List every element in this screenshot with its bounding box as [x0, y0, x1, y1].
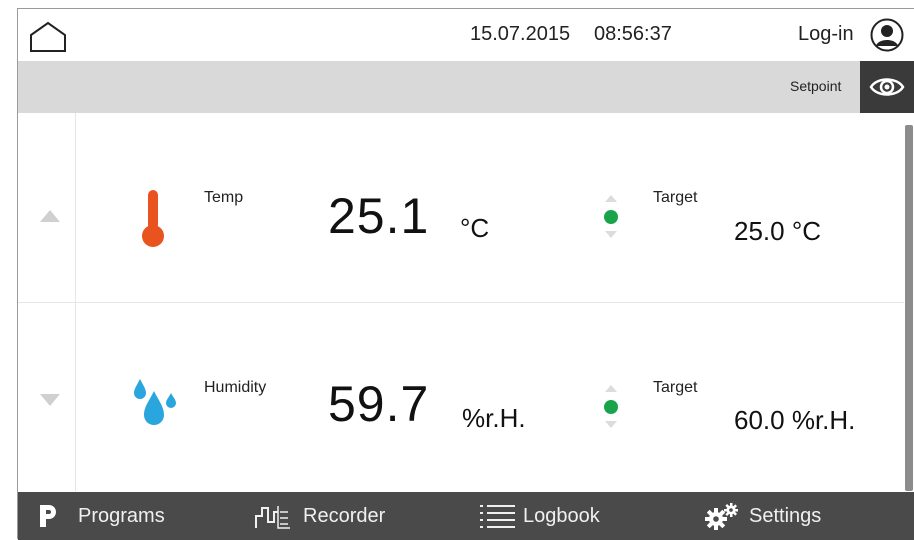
gears-icon	[705, 503, 738, 530]
target-down-arrow-icon	[605, 421, 617, 428]
scroll-down-arrow-icon[interactable]	[40, 394, 60, 406]
eye-icon	[869, 78, 905, 96]
target-up-arrow-icon	[605, 195, 617, 202]
home-icon	[30, 21, 66, 52]
nav-logbook-label: Logbook	[523, 505, 600, 527]
scroll-up-arrow-icon[interactable]	[40, 210, 60, 222]
humidity-unit: %r.H.	[462, 403, 526, 433]
time-display: 08:56:37	[594, 23, 672, 45]
thermometer-icon	[142, 190, 164, 247]
humidity-label: Humidity	[204, 379, 267, 396]
programs-icon	[40, 505, 56, 527]
date-display: 15.07.2015	[470, 23, 571, 45]
target-down-arrow-icon	[605, 231, 617, 238]
scrollbar[interactable]	[905, 125, 913, 491]
list-icon	[480, 505, 515, 528]
values-panel: Temp 25.1 °C Target 25.0 °C Humidity 59.…	[18, 113, 904, 491]
nav-logbook[interactable]: Logbook	[473, 492, 643, 540]
setpoint-label: Setpoint	[790, 78, 842, 94]
nav-programs[interactable]: Programs	[18, 492, 188, 540]
user-avatar-button[interactable]	[870, 18, 904, 52]
nav-settings-label: Settings	[749, 505, 822, 527]
humidity-target-value: 60.0 %r.H.	[734, 405, 856, 435]
temp-target-value: 25.0 °C	[734, 216, 822, 246]
temp-value: 25.1	[328, 188, 430, 244]
top-bar: 15.07.2015 08:56:37 Log-in	[18, 9, 914, 61]
temp-status-indicator	[604, 210, 618, 224]
setpoint-bar: Setpoint	[18, 61, 914, 113]
recorder-chart-icon	[255, 506, 290, 529]
humidity-value: 59.7	[328, 376, 430, 432]
nav-recorder[interactable]: Recorder	[243, 492, 423, 540]
nav-settings[interactable]: Settings	[698, 492, 888, 540]
temp-label: Temp	[204, 189, 244, 206]
temp-target-label: Target	[653, 189, 698, 206]
humidity-status-indicator	[604, 400, 618, 414]
bottom-nav: Programs Recorder Logbook Settings	[18, 492, 914, 540]
home-button[interactable]	[28, 21, 68, 53]
humidity-target-label: Target	[653, 379, 698, 396]
droplets-icon	[134, 379, 176, 425]
target-up-arrow-icon	[605, 385, 617, 392]
device-screen: 15.07.2015 08:56:37 Log-in Setpoint Temp…	[17, 8, 914, 540]
nav-programs-label: Programs	[78, 505, 165, 527]
login-button[interactable]: Log-in	[798, 23, 854, 46]
temp-unit: °C	[460, 213, 490, 243]
row-divider	[18, 302, 904, 303]
user-icon	[870, 18, 904, 52]
setpoint-toggle-button[interactable]	[860, 61, 914, 113]
nav-recorder-label: Recorder	[303, 505, 386, 527]
